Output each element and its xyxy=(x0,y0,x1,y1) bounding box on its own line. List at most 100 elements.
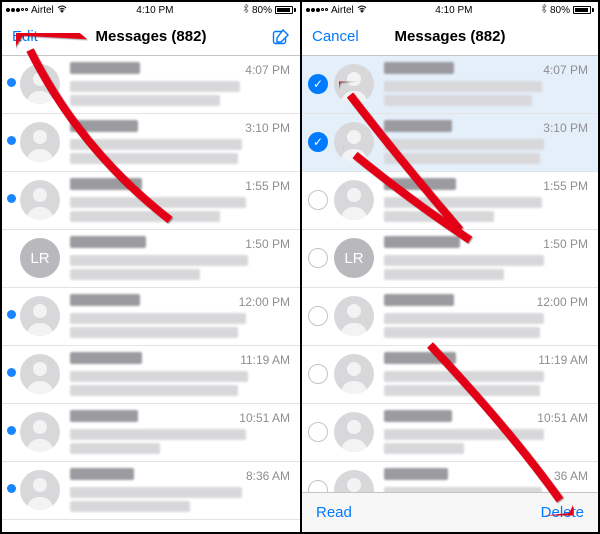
message-row[interactable]: 1:55 PM xyxy=(302,172,598,230)
bluetooth-icon xyxy=(541,4,547,16)
unread-dot-icon xyxy=(7,368,16,377)
time-label: 11:19 AM xyxy=(538,353,588,367)
preview-line xyxy=(70,211,220,222)
time-label: 1:50 PM xyxy=(543,237,588,251)
message-row[interactable]: 3:10 PM xyxy=(2,114,300,172)
sender-name xyxy=(70,120,138,132)
time-label: 12:00 PM xyxy=(239,295,290,309)
message-row[interactable]: LR1:50 PM xyxy=(2,230,300,288)
pane-list-view: Airtel 4:10 PM 80% Edit Messages (882) 4… xyxy=(2,2,300,532)
message-row[interactable]: 10:51 AM xyxy=(2,404,300,462)
preview-line xyxy=(70,487,242,498)
message-row[interactable]: 11:19 AM xyxy=(302,346,598,404)
preview-line xyxy=(384,429,544,440)
battery-icon xyxy=(573,6,594,14)
sender-name xyxy=(384,236,460,248)
time-label: 1:55 PM xyxy=(543,179,588,193)
time-label: 36 AM xyxy=(554,469,588,483)
message-row[interactable]: LR1:50 PM xyxy=(302,230,598,288)
message-list[interactable]: ✓ 4:07 PM ✓3:10 PM 1:55 PM LR1:50 PM12:00 PM… xyxy=(302,56,598,492)
preview-line xyxy=(384,327,540,338)
checkbox-unchecked[interactable] xyxy=(308,248,328,268)
sender-name xyxy=(384,178,456,190)
pane-edit-view: Airtel 4:10 PM 80% Cancel Messages (882)… xyxy=(300,2,598,532)
time-label: 1:55 PM xyxy=(245,179,290,193)
unread-dot-icon xyxy=(7,426,16,435)
wifi-icon xyxy=(357,5,367,16)
preview-line xyxy=(384,269,504,280)
nav-bar: Edit Messages (882) xyxy=(2,18,300,56)
avatar xyxy=(20,296,60,336)
message-row[interactable]: ✓3:10 PM xyxy=(302,114,598,172)
avatar xyxy=(20,180,60,220)
unread-dot-icon xyxy=(7,484,16,493)
preview-line xyxy=(70,385,238,396)
message-list[interactable]: 4:07 PM3:10 PM 1:55 PM LR1:50 PM 12:00 PM 11… xyxy=(2,56,300,532)
bluetooth-icon xyxy=(243,4,249,16)
checkbox-unchecked[interactable] xyxy=(308,364,328,384)
time-label: 8:36 AM xyxy=(246,469,290,483)
message-row[interactable]: 1:55 PM xyxy=(2,172,300,230)
avatar: LR xyxy=(20,238,60,278)
preview-line xyxy=(384,443,464,454)
sender-name xyxy=(384,62,454,74)
unread-dot-icon xyxy=(7,310,16,319)
sender-name xyxy=(384,410,452,422)
avatar xyxy=(334,180,374,220)
time-label: 4:07 PM xyxy=(543,63,588,77)
clock-label: 4:10 PM xyxy=(136,5,173,16)
unread-dot-icon xyxy=(7,194,16,203)
message-row[interactable]: 8:36 AM xyxy=(2,462,300,520)
avatar xyxy=(20,354,60,394)
avatar xyxy=(20,470,60,510)
message-row[interactable]: 4:07 PM xyxy=(2,56,300,114)
preview-line xyxy=(70,153,238,164)
preview-line xyxy=(70,95,220,106)
sender-name xyxy=(70,410,138,422)
edit-button[interactable]: Edit xyxy=(12,28,38,45)
wifi-icon xyxy=(57,5,67,16)
preview-line xyxy=(384,313,544,324)
compose-icon[interactable] xyxy=(272,28,290,46)
preview-line xyxy=(70,313,246,324)
time-label: 10:51 AM xyxy=(537,411,588,425)
preview-line xyxy=(70,443,160,454)
avatar xyxy=(20,122,60,162)
checkbox-unchecked[interactable] xyxy=(308,306,328,326)
preview-line xyxy=(70,269,200,280)
unread-dot-icon xyxy=(7,78,16,87)
preview-line xyxy=(70,429,246,440)
message-row[interactable]: 12:00 PM xyxy=(2,288,300,346)
preview-line xyxy=(384,153,540,164)
preview-line xyxy=(384,385,540,396)
preview-line xyxy=(70,81,240,92)
message-row[interactable]: 12:00 PM xyxy=(302,288,598,346)
avatar xyxy=(334,412,374,452)
battery-pct: 80% xyxy=(252,5,272,16)
preview-line xyxy=(70,255,248,266)
sender-name xyxy=(384,294,454,306)
signal-icon xyxy=(6,8,28,12)
preview-line xyxy=(70,371,248,382)
checkbox-unchecked[interactable] xyxy=(308,480,328,492)
preview-line xyxy=(384,139,544,150)
status-bar: Airtel 4:10 PM 80% xyxy=(2,2,300,18)
message-row[interactable]: 10:51 AM xyxy=(302,404,598,462)
cancel-button[interactable]: Cancel xyxy=(312,28,359,45)
sender-name xyxy=(70,352,142,364)
message-row[interactable]: 11:19 AM xyxy=(2,346,300,404)
read-button[interactable]: Read xyxy=(316,504,352,521)
delete-button[interactable]: Delete xyxy=(541,504,584,521)
checkbox-unchecked[interactable] xyxy=(308,422,328,442)
avatar xyxy=(334,296,374,336)
checkmark-icon[interactable]: ✓ xyxy=(308,74,328,94)
battery-pct: 80% xyxy=(550,5,570,16)
preview-line xyxy=(70,327,238,338)
message-row[interactable]: ✓ 4:07 PM xyxy=(302,56,598,114)
status-bar: Airtel 4:10 PM 80% xyxy=(302,2,598,18)
message-row[interactable]: 36 AM xyxy=(302,462,598,492)
avatar xyxy=(20,64,60,104)
carrier-label: Airtel xyxy=(31,5,54,16)
checkbox-unchecked[interactable] xyxy=(308,190,328,210)
checkmark-icon[interactable]: ✓ xyxy=(308,132,328,152)
